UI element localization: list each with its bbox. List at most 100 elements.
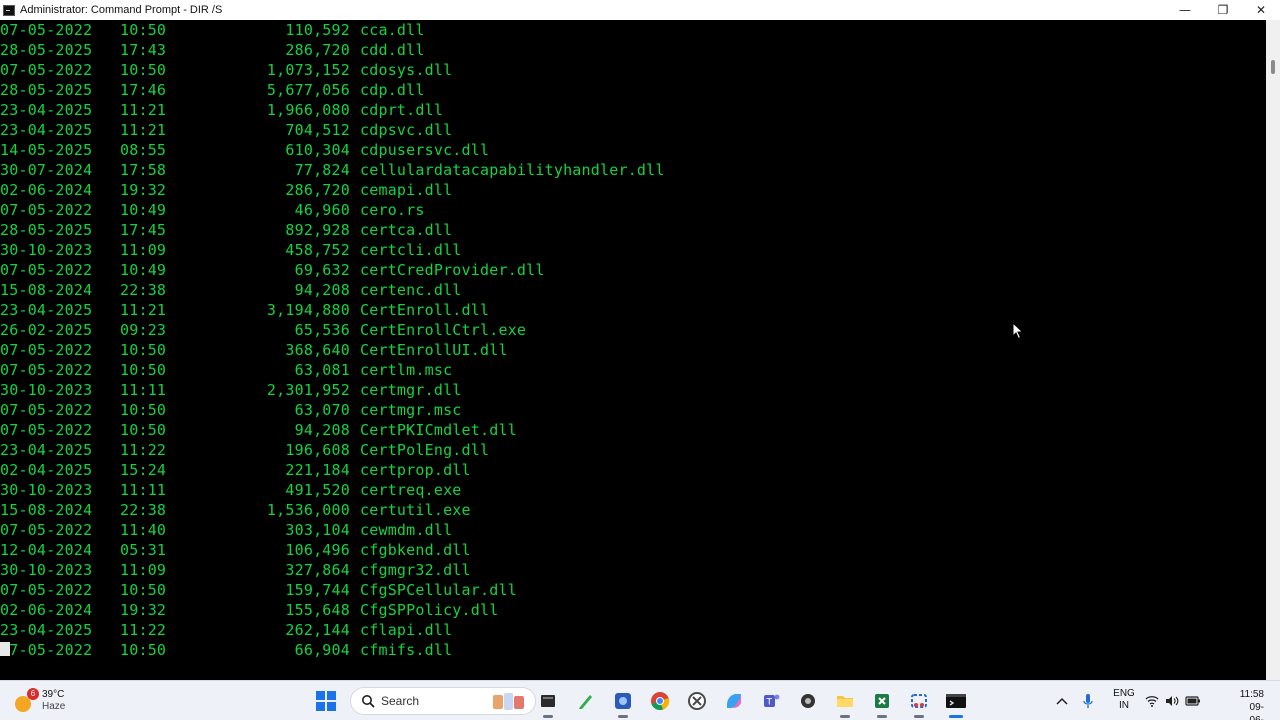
dir-output-line: 14-05-2025 08:55 610,304 cdpusersvc.dll bbox=[0, 140, 1266, 160]
terminal-button[interactable] bbox=[942, 687, 970, 718]
file-time: 11:21 bbox=[120, 121, 167, 139]
file-date: 15-08-2024 bbox=[0, 501, 93, 519]
vertical-scrollbar[interactable] bbox=[1266, 20, 1280, 680]
file-date: 07-05-2022 bbox=[0, 341, 93, 359]
file-date: 28-05-2025 bbox=[0, 81, 93, 99]
show-hidden-icons-button[interactable] bbox=[1054, 691, 1070, 711]
file-date: 12-04-2024 bbox=[0, 541, 93, 559]
file-size: 94,208 bbox=[294, 421, 350, 439]
file-date: 28-05-2025 bbox=[0, 41, 93, 59]
weather-sun-icon: 6 bbox=[14, 688, 39, 712]
file-manager-icon bbox=[541, 695, 555, 707]
file-date: 23-04-2025 bbox=[0, 441, 93, 459]
file-time: 10:50 bbox=[120, 361, 167, 379]
teams-icon: T bbox=[764, 694, 780, 708]
window-title: Administrator: Command Prompt - DIR /S bbox=[20, 4, 223, 16]
file-date: 07-05-2022 bbox=[0, 581, 93, 599]
dir-output-line: 07-05-2022 10:50 159,744 CfgSPCellular.dll bbox=[0, 580, 1266, 600]
file-name: certmgr.dll bbox=[360, 381, 462, 399]
file-name: cca.dll bbox=[360, 21, 425, 39]
file-date: 23-04-2025 bbox=[0, 621, 93, 639]
tools-app-button[interactable] bbox=[609, 687, 637, 718]
file-time: 11:22 bbox=[120, 621, 167, 639]
file-size: 491,520 bbox=[285, 481, 350, 499]
language-code: ENG bbox=[1113, 688, 1135, 699]
pen-app-button[interactable] bbox=[572, 687, 600, 715]
file-date: 23-04-2025 bbox=[0, 101, 93, 119]
start-button[interactable] bbox=[312, 687, 340, 715]
file-date: 07-05-2022 bbox=[0, 361, 93, 379]
file-size: 2,301,952 bbox=[266, 381, 350, 399]
file-date: 23-04-2025 bbox=[0, 301, 93, 319]
chrome-button[interactable] bbox=[646, 687, 674, 715]
file-name: cemapi.dll bbox=[360, 181, 453, 199]
terminal-icon bbox=[946, 694, 966, 708]
file-name: certreq.exe bbox=[360, 481, 462, 499]
close-button[interactable]: ✕ bbox=[1242, 0, 1280, 20]
file-size: 1,073,152 bbox=[266, 61, 350, 79]
file-time: 10:50 bbox=[120, 21, 167, 39]
file-date: 26-02-2025 bbox=[0, 321, 93, 339]
file-time: 19:32 bbox=[120, 601, 167, 619]
file-size: 1,536,000 bbox=[266, 501, 350, 519]
file-size: 94,208 bbox=[294, 281, 350, 299]
file-time: 15:24 bbox=[120, 461, 167, 479]
scroll-thumb[interactable] bbox=[1271, 60, 1275, 74]
copilot-icon bbox=[727, 694, 741, 708]
settings-button[interactable] bbox=[794, 687, 822, 715]
dir-output-line: 28-05-2025 17:45 892,928 certca.dll bbox=[0, 220, 1266, 240]
wifi-button[interactable] bbox=[1144, 691, 1160, 711]
xbox-button[interactable] bbox=[683, 687, 711, 715]
xbox-icon bbox=[688, 692, 706, 710]
wifi-icon bbox=[1145, 696, 1159, 707]
microphone-button[interactable] bbox=[1080, 691, 1096, 711]
file-size: 1,966,080 bbox=[266, 101, 350, 119]
settings-icon bbox=[801, 694, 815, 708]
weather-widget[interactable]: 6 39°C Haze bbox=[14, 687, 65, 715]
file-date: 23-04-2025 bbox=[0, 121, 93, 139]
clock-date: 09-06-2025 bbox=[1249, 702, 1264, 720]
file-name: cflapi.dll bbox=[360, 621, 453, 639]
dir-output-line: 07-05-2022 10:50 368,640 CertEnrollUI.dll bbox=[0, 340, 1266, 360]
file-time: 11:21 bbox=[120, 101, 167, 119]
file-size: 610,304 bbox=[285, 141, 350, 159]
file-explorer-button[interactable] bbox=[831, 687, 859, 718]
file-time: 10:50 bbox=[120, 401, 167, 419]
file-time: 10:49 bbox=[120, 261, 167, 279]
dir-output-line: 28-05-2025 17:43 286,720 cdd.dll bbox=[0, 40, 1266, 60]
input-language[interactable]: ENG IN bbox=[1110, 688, 1138, 712]
file-name: cewmdm.dll bbox=[360, 521, 453, 539]
title-bar[interactable]: Administrator: Command Prompt - DIR /S —… bbox=[0, 0, 1280, 20]
file-size: 262,144 bbox=[285, 621, 350, 639]
file-time: 10:49 bbox=[120, 201, 167, 219]
dir-output-line: 30-10-2023 11:09 458,752 certcli.dll bbox=[0, 240, 1266, 260]
dir-output-line: 30-10-2023 11:11 2,301,952 certmgr.dll bbox=[0, 380, 1266, 400]
pen-icon bbox=[579, 695, 592, 709]
battery-button[interactable] bbox=[1184, 691, 1202, 711]
file-name: CfgSPPolicy.dll bbox=[360, 601, 499, 619]
file-date: 07-05-2022 bbox=[0, 641, 93, 659]
dir-output-line: 07-05-2022 10:50 94,208 CertPKICmdlet.dll bbox=[0, 420, 1266, 440]
file-time: 17:45 bbox=[120, 221, 167, 239]
file-date: 07-05-2022 bbox=[0, 21, 93, 39]
volume-button[interactable] bbox=[1164, 691, 1180, 711]
minimize-button[interactable]: — bbox=[1166, 0, 1204, 20]
file-time: 11:11 bbox=[120, 381, 167, 399]
taskbar-clock[interactable]: 11:58 09-06-2025 bbox=[1240, 688, 1264, 720]
copilot-button[interactable] bbox=[720, 687, 748, 715]
taskbar-search[interactable]: Search bbox=[350, 687, 536, 715]
dir-output-line: 02-06-2024 19:32 155,648 CfgSPPolicy.dll bbox=[0, 600, 1266, 620]
console-output[interactable]: 07-05-2022 10:50 110,592 cca.dll 28-05-2025 1… bbox=[0, 20, 1266, 680]
dir-output-line: 26-02-2025 09:23 65,536 CertEnrollCtrl.exe bbox=[0, 320, 1266, 340]
excel-button[interactable] bbox=[868, 687, 896, 718]
file-name: certcli.dll bbox=[360, 241, 462, 259]
file-manager-button[interactable] bbox=[534, 687, 562, 718]
file-time: 17:43 bbox=[120, 41, 167, 59]
windows-logo-icon bbox=[316, 691, 336, 711]
file-time: 17:46 bbox=[120, 81, 167, 99]
dir-output-line: 07-05-2022 10:50 63,081 certlm.msc bbox=[0, 360, 1266, 380]
teams-button[interactable]: T bbox=[757, 687, 785, 715]
file-time: 10:50 bbox=[120, 421, 167, 439]
restore-button[interactable]: ❐ bbox=[1204, 0, 1242, 20]
snipping-tool-button[interactable] bbox=[905, 687, 933, 718]
